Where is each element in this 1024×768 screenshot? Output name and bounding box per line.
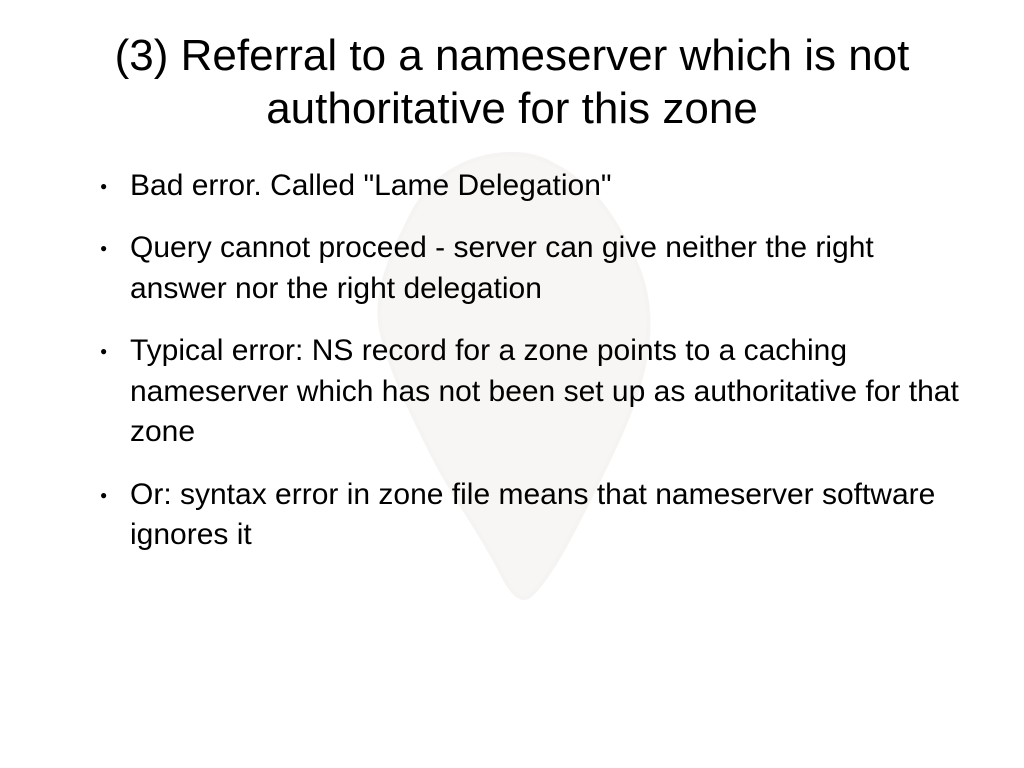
bullet-list: Bad error. Called "Lame Delegation" Quer… — [60, 166, 964, 556]
slide-content: (3) Referral to a nameserver which is no… — [0, 0, 1024, 618]
bullet-item: Query cannot proceed - server can give n… — [100, 228, 964, 309]
bullet-item: Bad error. Called "Lame Delegation" — [100, 166, 964, 207]
bullet-item: Or: syntax error in zone file means that… — [100, 475, 964, 556]
bullet-item: Typical error: NS record for a zone poin… — [100, 331, 964, 453]
slide-title: (3) Referral to a nameserver which is no… — [60, 30, 964, 136]
